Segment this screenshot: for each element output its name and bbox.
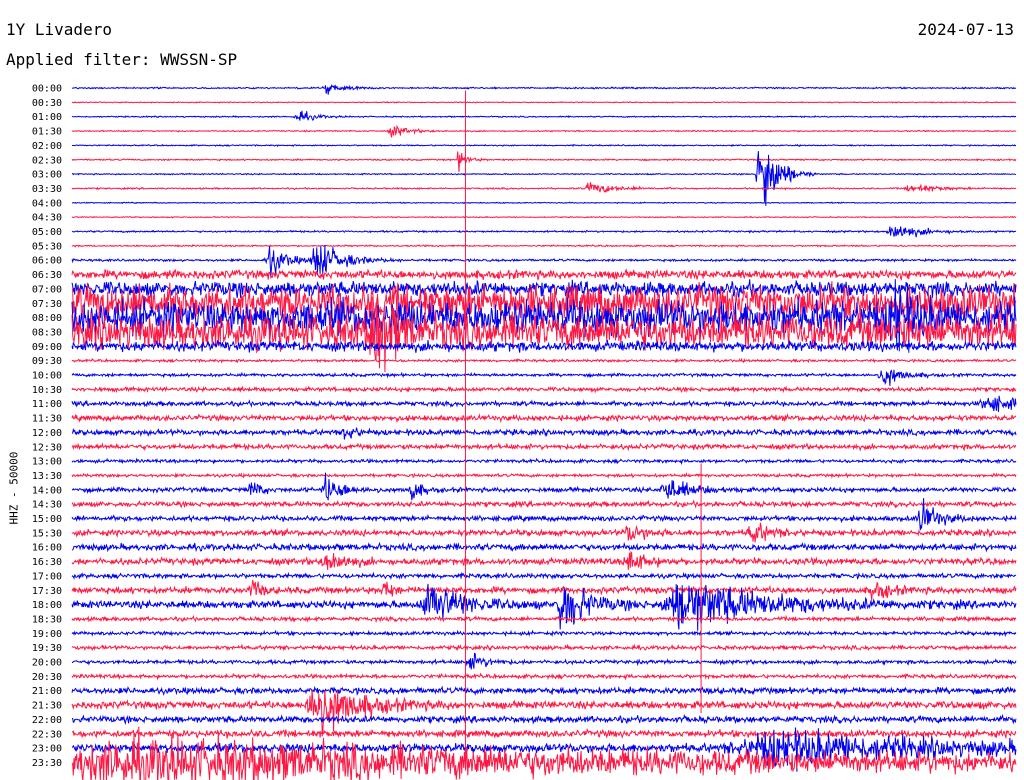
trace-line (71, 201, 1017, 205)
trace-line (71, 652, 1017, 670)
time-tick-label: 05:00 (32, 227, 62, 238)
trace-line (71, 215, 1016, 219)
time-tick-label: 23:00 (32, 744, 62, 755)
time-tick-label: 14:30 (32, 500, 62, 511)
time-tick-label: 00:00 (32, 84, 62, 95)
time-tick-label: 13:00 (32, 457, 62, 468)
time-tick-label: 15:30 (32, 528, 62, 539)
seismic-traces (71, 84, 1017, 780)
trace-line (71, 672, 1017, 681)
time-tick-label: 22:30 (32, 729, 62, 740)
trace-line (71, 727, 1017, 740)
trace-line (71, 101, 1017, 104)
trace-line (71, 369, 1017, 386)
time-tick-label: 15:00 (32, 514, 62, 525)
trace-line (71, 472, 1017, 501)
trace-line (71, 151, 1017, 172)
time-tick-labels: 00:00 00:30 01:00 01:30 02:00 02:30 03:00 03:30… (32, 84, 62, 769)
time-tick-label: 04:30 (32, 213, 62, 224)
time-tick-label: 13:30 (32, 471, 62, 482)
trace-line (71, 226, 1016, 238)
time-tick-label: 18:30 (32, 614, 62, 625)
trace-line (71, 442, 1017, 452)
trace-line (71, 471, 1017, 480)
trace-line (71, 614, 1017, 624)
time-tick-label: 10:30 (32, 385, 62, 396)
trace-line (71, 243, 1017, 248)
time-tick-label: 22:00 (32, 715, 62, 726)
time-tick-label: 17:30 (32, 586, 62, 597)
time-tick-label: 12:00 (32, 428, 62, 439)
trace-line (71, 385, 1017, 394)
trace-line (71, 143, 1017, 148)
trace-line (71, 110, 1016, 121)
trace-line (72, 427, 1017, 440)
time-tick-label: 21:30 (32, 701, 62, 712)
time-tick-label: 10:00 (32, 371, 62, 382)
time-tick-label: 01:00 (32, 112, 62, 123)
trace-line (71, 339, 1017, 353)
trace-line (71, 182, 1017, 193)
trace-line (71, 685, 1017, 697)
trace-line (71, 244, 1017, 277)
time-tick-label: 14:00 (32, 485, 62, 496)
trace-line (71, 499, 1017, 509)
time-tick-label: 09:00 (32, 342, 62, 353)
time-tick-label: 20:00 (32, 658, 62, 669)
time-tick-label: 23:30 (32, 758, 62, 769)
time-tick-label: 19:30 (32, 643, 62, 654)
trace-line (71, 550, 1017, 570)
time-tick-label: 06:30 (32, 270, 62, 281)
trace-line (71, 522, 1017, 543)
time-tick-label: 04:00 (32, 198, 62, 209)
time-tick-label: 03:00 (32, 170, 62, 181)
time-tick-label: 02:30 (32, 155, 62, 166)
trace-line (71, 457, 1017, 466)
time-tick-label: 01:30 (32, 127, 62, 138)
time-tick-label: 09:30 (32, 356, 62, 367)
trace-line (71, 689, 1017, 737)
time-tick-label: 03:30 (32, 184, 62, 195)
helicorder-plot: 00:00 00:30 01:00 01:30 02:00 02:30 03:00 03:30… (32, 84, 1017, 780)
time-tick-label: 17:00 (32, 571, 62, 582)
time-tick-label: 21:00 (32, 686, 62, 697)
time-tick-label: 20:30 (32, 672, 62, 683)
trace-line (71, 713, 1017, 726)
trace-line (71, 357, 1017, 364)
time-tick-label: 18:00 (32, 600, 62, 611)
time-tick-label: 11:30 (32, 414, 62, 425)
trace-line (71, 124, 1017, 138)
trace-line (71, 571, 1017, 581)
time-tick-label: 08:00 (32, 313, 62, 324)
trace-line (71, 413, 1017, 424)
time-tick-label: 07:30 (32, 299, 62, 310)
trace-line (71, 629, 1017, 638)
time-tick-label: 12:30 (32, 442, 62, 453)
trace-line (71, 541, 1017, 553)
trace-line (71, 580, 1017, 601)
time-tick-label: 16:00 (32, 543, 62, 554)
time-tick-label: 00:30 (32, 98, 62, 109)
time-tick-label: 16:30 (32, 557, 62, 568)
trace-line (71, 268, 1017, 281)
time-tick-label: 02:00 (32, 141, 62, 152)
time-tick-label: 05:30 (32, 241, 62, 252)
time-tick-label: 06:00 (32, 256, 62, 267)
time-tick-label: 08:30 (32, 327, 62, 338)
time-tick-label: 19:00 (32, 629, 62, 640)
trace-line (71, 84, 1016, 95)
trace-line (71, 395, 1017, 412)
time-tick-label: 07:00 (32, 284, 62, 295)
time-tick-label: 11:00 (32, 399, 62, 410)
trace-line (71, 643, 1017, 652)
